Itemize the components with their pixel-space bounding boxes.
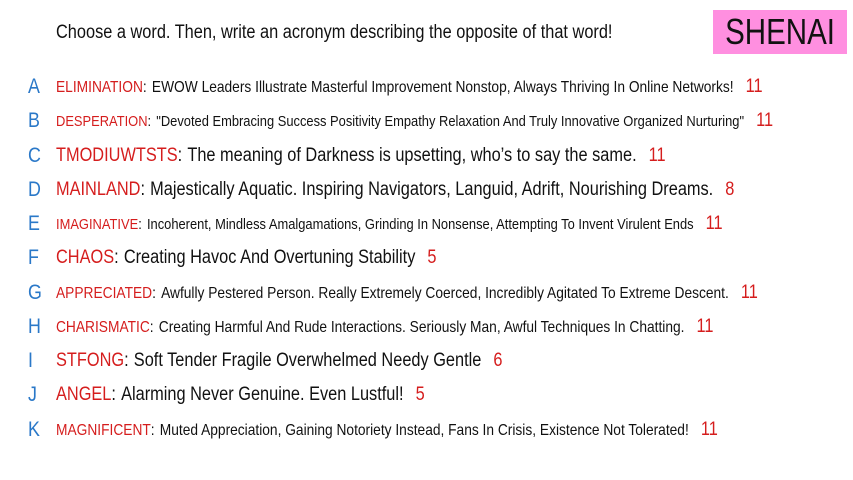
entry-count: 11 [745,76,763,97]
entry-acronym: "Devoted Embracing Success Positivity Em… [156,113,745,130]
entry-letter: F [28,246,39,269]
entry-colon: : [138,216,142,233]
entry-word: CHAOS [56,247,115,268]
entry-letter: J [28,383,37,406]
name-badge: SHENAI [713,10,847,54]
entry-word: ELIMINATION [56,79,143,96]
entry-count: 11 [705,213,723,234]
entry-line: IMAGINATIVE: Incoherent, Mindless Amalgam… [56,213,723,235]
entry-line: CHAOS: Creating Havoc And Overtuning Stab… [56,247,437,269]
entry-colon: : [177,145,183,166]
entry-word: STFONG [56,350,125,371]
entry-letter: D [28,178,41,201]
entry-line: MAINLAND: Majestically Aquatic. Inspiring… [56,179,734,201]
entry-word: ANGEL [56,384,112,405]
entry-count: 11 [740,282,758,303]
entry-colon: : [150,422,155,439]
entry-word: APPRECIATED [56,285,153,302]
entry-count: 5 [427,247,437,268]
entry-word: IMAGINATIVE [56,216,139,233]
entry-colon: : [114,247,119,268]
entry-count: 6 [493,350,503,371]
entry-acronym: Creating Harmful And Rude Interactions. … [158,319,685,336]
entry-acronym: Incoherent, Mindless Amalgamations, Grin… [146,216,694,233]
prompt-text: Choose a word. Then, write an acronym de… [56,22,613,43]
entry-line: TMODIUWTSTS: The meaning of Darkness is u… [56,145,666,167]
entry-letter: I [28,349,33,372]
entry-colon: : [111,384,116,405]
entry-letter: A [28,75,40,98]
entry-letter: H [28,315,41,338]
entry-count: 8 [725,179,735,200]
entry-acronym: EWOW Leaders Illustrate Masterful Improv… [151,79,734,96]
name-badge-label: SHENAI [725,11,835,52]
entry-count: 11 [756,110,774,131]
entry-letter: B [28,109,40,132]
entry-word: DESPERATION [56,113,148,130]
entry-line: CHARISMATIC: Creating Harmful And Rude In… [56,316,713,338]
entry-acronym: Majestically Aquatic. Inspiring Navigato… [150,179,714,200]
entry-line: MAGNIFICENT: Muted Appreciation, Gaining … [56,419,718,441]
entry-line: STFONG: Soft Tender Fragile Overwhelmed N… [56,350,502,372]
entry-letter: K [28,418,40,441]
entry-word: CHARISMATIC [56,319,150,336]
entry-line: APPRECIATED: Awfully Pestered Person. Rea… [56,282,758,304]
entry-colon: : [124,350,129,371]
entry-word: MAGNIFICENT [56,422,151,439]
entry-acronym: Soft Tender Fragile Overwhelmed Needy Ge… [133,350,482,371]
entry-line: ELIMINATION: EWOW Leaders Illustrate Mast… [56,76,763,98]
entry-line: ANGEL: Alarming Never Genuine. Even Lustf… [56,384,425,406]
entry-letter: C [28,144,41,167]
entry-letter: E [28,212,40,235]
entry-letter: G [28,281,42,304]
entry-colon: : [147,113,152,130]
entry-count: 5 [415,384,425,405]
entry-count: 11 [696,316,714,337]
entry-colon: : [149,319,154,336]
entry-line: DESPERATION: "Devoted Embracing Success P… [56,110,773,132]
entry-acronym: Awfully Pestered Person. Really Extremel… [161,285,729,302]
entry-count: 11 [700,419,718,440]
entry-colon: : [140,179,145,200]
entry-word: MAINLAND [56,179,141,200]
entry-acronym: Alarming Never Genuine. Even Lustful! [121,384,404,405]
entry-colon: : [142,79,147,96]
entry-acronym: The meaning of Darkness is upsetting, wh… [187,145,637,166]
entry-count: 11 [648,145,666,166]
entry-acronym: Muted Appreciation, Gaining Notoriety In… [159,422,689,439]
entry-word: TMODIUWTSTS [56,145,178,166]
entry-colon: : [152,285,156,302]
entry-acronym: Creating Havoc And Overtuning Stability [123,247,416,268]
